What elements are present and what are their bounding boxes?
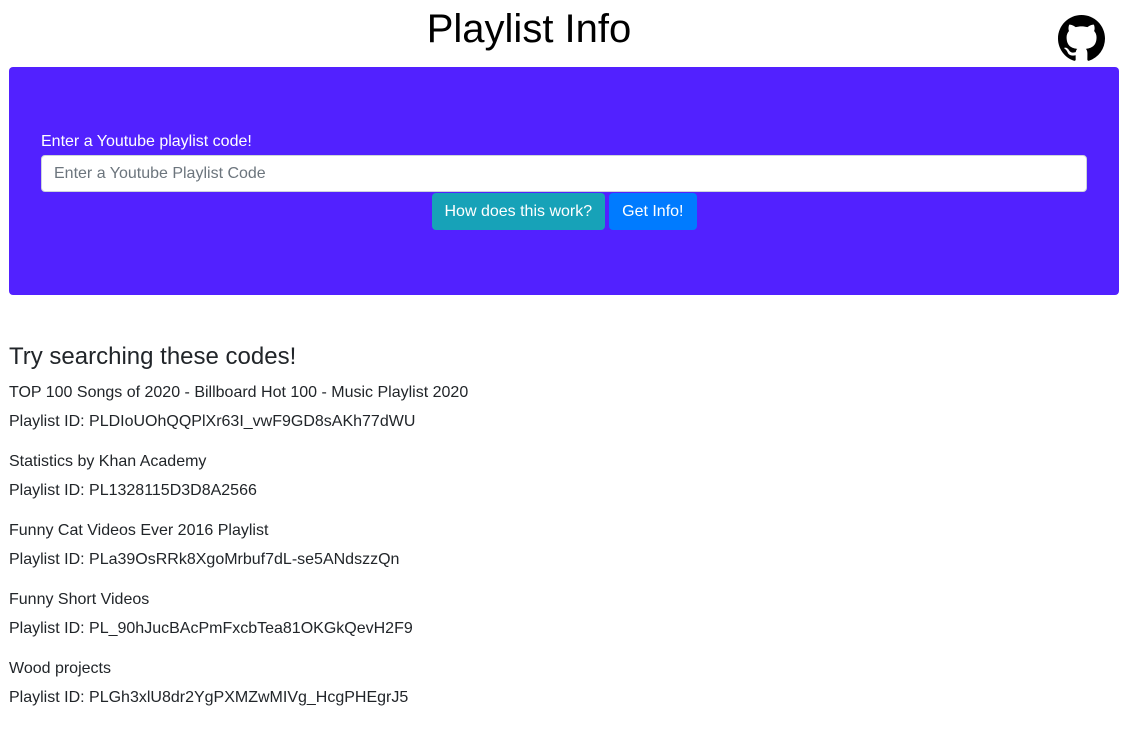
page: Playlist Info Enter a Youtube playlist c… [0, 0, 1129, 749]
playlist-id-line: Playlist ID: PL1328115D3D8A2566 [9, 476, 709, 505]
playlist-id-prefix: Playlist ID: [9, 551, 85, 568]
playlist-name: Funny Cat Videos Ever 2016 Playlist [9, 522, 269, 539]
playlist-name: TOP 100 Songs of 2020 - Billboard Hot 10… [9, 384, 469, 401]
playlist-id: PLDIoUOhQQPlXr63I_vwF9GD8sAKh77dWU [89, 413, 416, 430]
suggestion-item: Funny Short Videos Playlist ID: PL_90hJu… [9, 585, 709, 643]
playlist-id-line: Playlist ID: PLGh3xlU8dr2YgPXMZwMIVg_Hcg… [9, 683, 709, 712]
button-row: How does this work? Get Info! [9, 193, 1119, 230]
suggestions-heading: Try searching these codes! [9, 343, 297, 370]
how-does-this-work-button[interactable]: How does this work? [431, 193, 606, 230]
playlist-id: PLGh3xlU8dr2YgPXMZwMIVg_HcgPHEgrJ5 [89, 689, 409, 706]
page-title: Playlist Info [426, 7, 632, 51]
playlist-id-prefix: Playlist ID: [9, 689, 85, 706]
search-panel: Enter a Youtube playlist code! How does … [9, 67, 1119, 295]
playlist-id-prefix: Playlist ID: [9, 482, 85, 499]
github-icon [1058, 15, 1105, 61]
playlist-id: PL_90hJucBAcPmFxcbTea81OKGkQevH2F9 [89, 620, 413, 637]
playlist-id-prefix: Playlist ID: [9, 413, 85, 430]
playlist-id-line: Playlist ID: PLa39OsRRk8XgoMrbuf7dL-se5A… [9, 545, 709, 574]
playlist-id-line: Playlist ID: PL_90hJucBAcPmFxcbTea81OKGk… [9, 614, 709, 643]
get-info-button[interactable]: Get Info! [609, 193, 697, 230]
playlist-id: PLa39OsRRk8XgoMrbuf7dL-se5ANdszzQn [89, 551, 400, 568]
playlist-name: Wood projects [9, 660, 111, 677]
suggestions-section: Try searching these codes! TOP 100 Songs… [9, 340, 709, 723]
github-link[interactable] [1058, 15, 1105, 62]
playlist-code-input[interactable] [41, 155, 1087, 192]
playlist-code-label: Enter a Youtube playlist code! [41, 133, 252, 150]
suggestion-item: TOP 100 Songs of 2020 - Billboard Hot 10… [9, 378, 709, 436]
playlist-id: PL1328115D3D8A2566 [89, 482, 257, 499]
suggestion-item: Wood projects Playlist ID: PLGh3xlU8dr2Y… [9, 654, 709, 712]
suggestion-item: Statistics by Khan Academy Playlist ID: … [9, 447, 709, 505]
playlist-id-line: Playlist ID: PLDIoUOhQQPlXr63I_vwF9GD8sA… [9, 407, 709, 436]
playlist-name: Statistics by Khan Academy [9, 453, 207, 470]
suggestion-item: Funny Cat Videos Ever 2016 Playlist Play… [9, 516, 709, 574]
playlist-id-prefix: Playlist ID: [9, 620, 85, 637]
playlist-name: Funny Short Videos [9, 591, 150, 608]
